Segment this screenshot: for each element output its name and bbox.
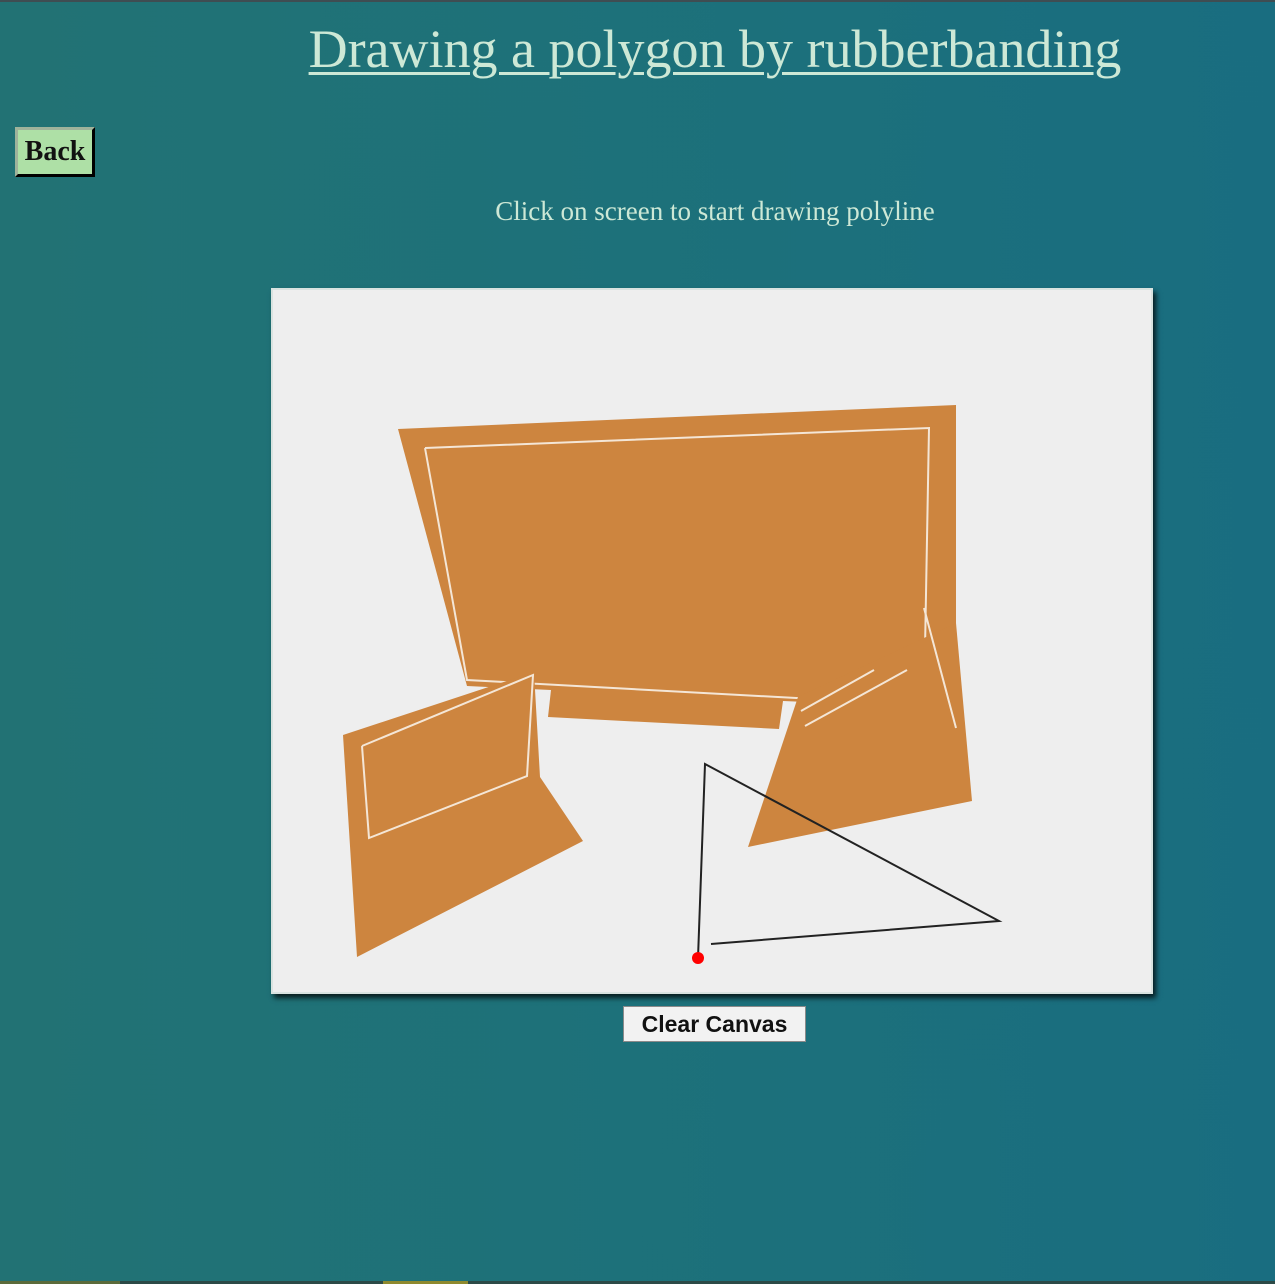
clear-canvas-button[interactable]: Clear Canvas bbox=[623, 1006, 806, 1042]
back-button[interactable]: Back bbox=[15, 127, 95, 177]
polygon-laptop bbox=[343, 672, 583, 957]
instructions-text: Click on screen to start drawing polylin… bbox=[495, 196, 935, 226]
top-border bbox=[0, 0, 1275, 2]
page-title: Drawing a polygon by rubberbanding bbox=[308, 19, 1122, 79]
polygon-laptop-fill bbox=[343, 672, 583, 957]
cursor-point bbox=[692, 952, 704, 964]
drawing-canvas[interactable] bbox=[273, 290, 1151, 992]
drawing-canvas-frame[interactable] bbox=[271, 288, 1153, 994]
